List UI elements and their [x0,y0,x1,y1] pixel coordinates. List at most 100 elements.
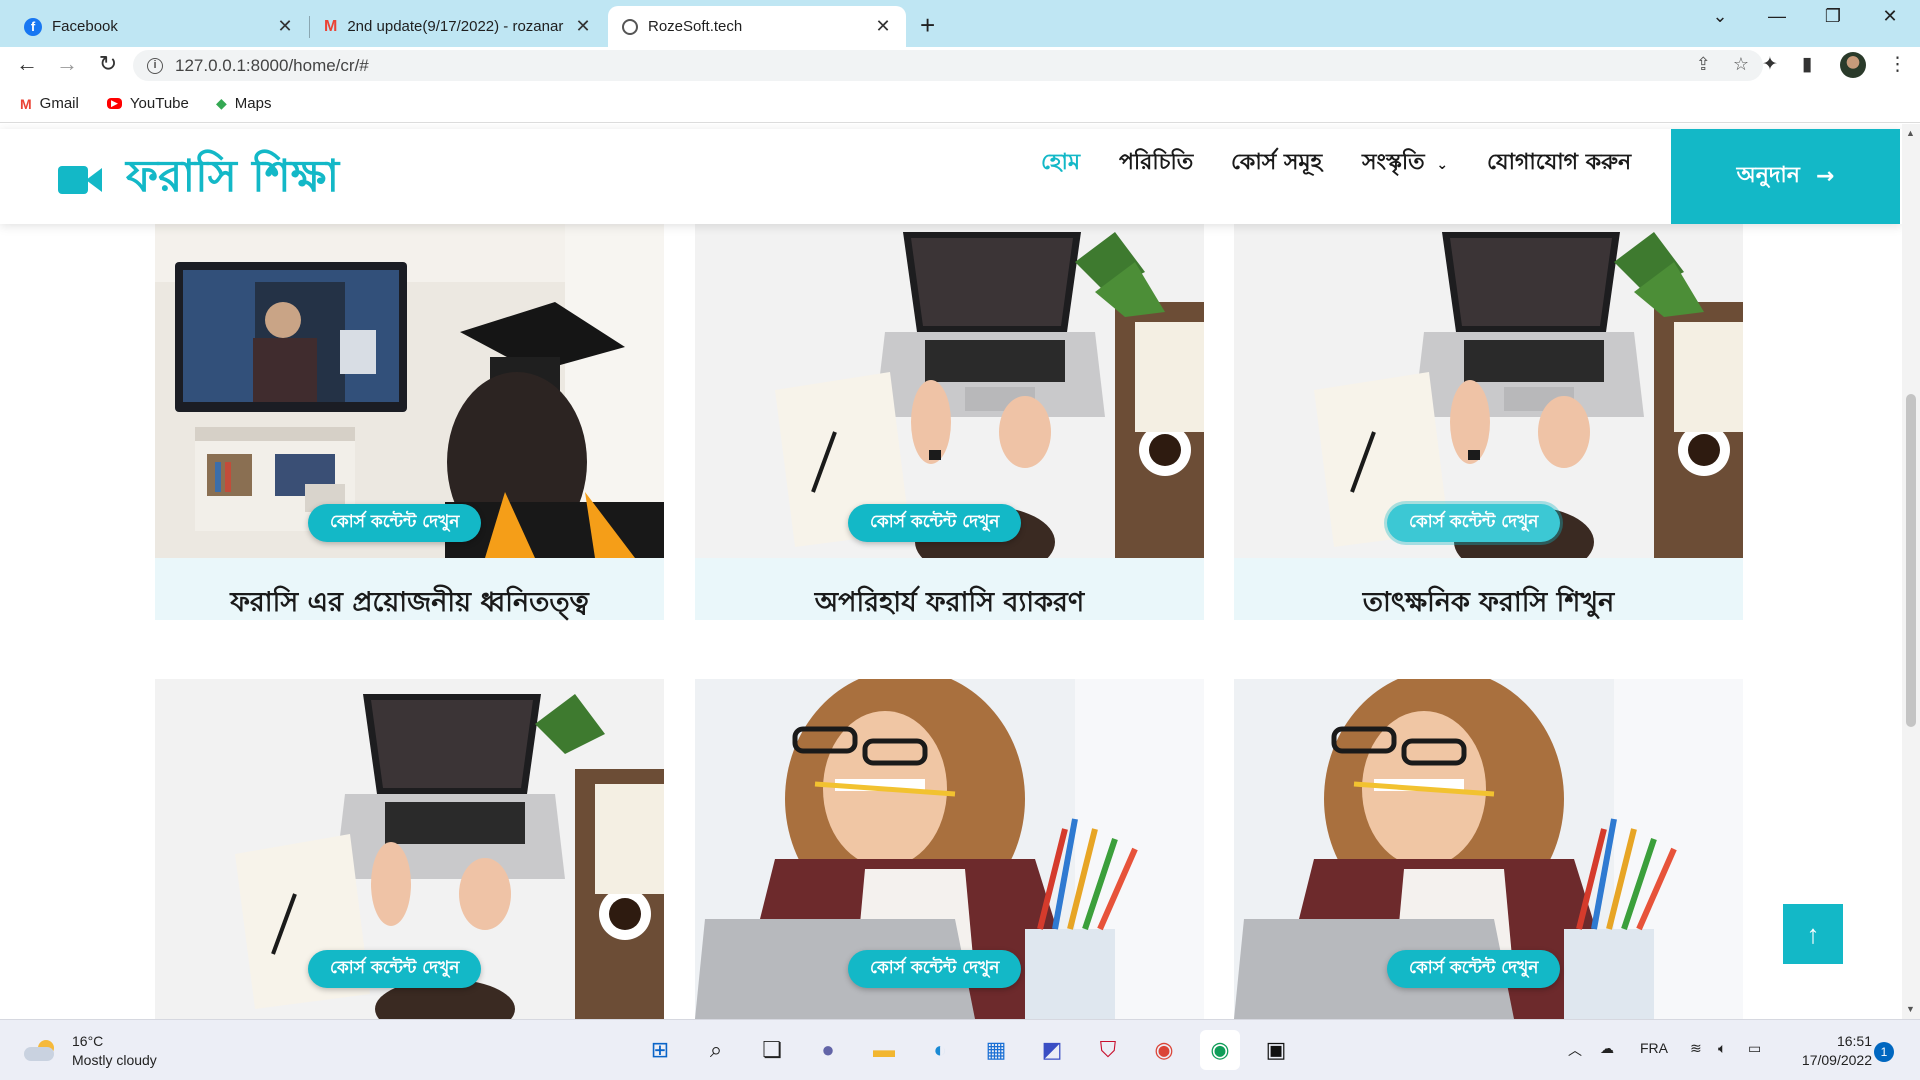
menu-contact[interactable]: যোগাযোগ করুন [1487,145,1631,182]
logo-text: ফরাসি শিক্ষা [126,151,340,202]
info-icon[interactable]: i [147,57,163,74]
view-course-button[interactable]: কোর্স কন্টেন্ট দেখুন [308,504,482,542]
store-icon[interactable]: ▦ [976,1030,1016,1070]
avatar[interactable] [1840,52,1866,78]
close-icon[interactable]: ✕ [874,16,892,37]
site-header: ফরাসি শিক্ষা হোম পরিচিতি কোর্স সমূহ সংস্… [0,129,1902,224]
file-explorer-icon[interactable]: ▬ [864,1030,904,1070]
tab-strip: f Facebook ✕ M 2nd update(9/17/2022) - r… [0,0,1920,47]
bookmark-label: Gmail [39,95,79,112]
bookmark-label: YouTube [129,95,189,112]
tab-search-icon[interactable]: ⌄ [1700,6,1740,27]
youtube-icon: ▶ [107,98,122,109]
onedrive-icon[interactable]: ☁ [1600,1040,1614,1057]
wifi-icon[interactable]: ≋ [1690,1040,1702,1057]
course-title: ফরাসি এর প্রয়োজনীয় ধ্বনিতত্ত্ব [230,587,589,618]
back-button[interactable]: ← [12,51,42,77]
tab-title: Facebook [52,18,118,35]
bookmark-maps[interactable]: ◆ Maps [216,95,271,112]
arrow-right-icon: → [1815,164,1835,189]
side-panel-icon[interactable]: ▮ [1802,53,1812,76]
mcafee-icon[interactable]: ⛉ [1088,1030,1128,1070]
search-icon[interactable]: ⌕ [696,1030,736,1070]
tab-rozesoft[interactable]: RozeSoft.tech ✕ [608,6,906,47]
minimize-button[interactable]: — [1757,6,1797,27]
close-window-button[interactable]: ✕ [1870,6,1910,27]
bookmark-youtube[interactable]: ▶ YouTube [107,95,189,112]
view-course-button[interactable]: কোর্স কন্টেন্ট দেখুন [1387,950,1561,988]
course-title: তাৎক্ষনিক ফরাসি শিখুন [1362,587,1615,618]
view-course-button[interactable]: কোর্স কন্টেন্ট দেখুন [848,504,1022,542]
back-to-top-button[interactable]: ↑ [1783,904,1843,964]
browser-toolbar: ← → ↻ i 127.0.0.1:8000/home/cr/# ⇪ ☆ ✦ ▮… [0,47,1920,83]
bookmark-star-icon[interactable]: ☆ [1733,54,1749,75]
view-course-button[interactable]: কোর্স কন্টেন্ট দেখুন [308,950,482,988]
clock-date: 17/09/2022 [1801,1052,1872,1068]
notification-badge[interactable]: 1 [1874,1042,1894,1062]
course-card: কোর্স কন্টেন্ট দেখুন [695,679,1204,1019]
globe-icon [622,18,638,35]
tab-title: 2nd update(9/17/2022) - rozanar [347,18,564,35]
chrome-profile-icon[interactable]: ◉ [1200,1030,1240,1070]
facebook-icon: f [24,17,42,36]
scrollbar-thumb[interactable] [1906,394,1916,727]
tab-gmail[interactable]: M 2nd update(9/17/2022) - rozanar ✕ [310,6,606,47]
weather-desc: Mostly cloudy [72,1052,157,1068]
clock[interactable]: 16:51 17/09/2022 [1790,1032,1872,1070]
share-icon[interactable]: ⇪ [1696,54,1711,75]
page-scrollbar[interactable]: ▲ ▼ [1902,124,1920,1019]
site-logo[interactable]: ফরাসি শিক্ষা [58,143,339,216]
edge-icon[interactable]: ◐ [920,1030,960,1070]
windows-taskbar: 16°C Mostly cloudy ⊞ ⌕ ❏ ● ▬ ◐ ▦ ◩ ⛉ ◉ ◉… [0,1019,1920,1080]
restore-button[interactable]: ❐ [1813,6,1853,27]
view-course-button[interactable]: কোর্স কন্টেন্ট দেখুন [848,950,1022,988]
address-bar[interactable]: i 127.0.0.1:8000/home/cr/# ⇪ ☆ [133,50,1763,81]
donate-button[interactable]: অনুদান → [1671,129,1900,224]
extensions-icon[interactable]: ✦ [1762,53,1778,76]
page-viewport: ফরাসি শিক্ষা হোম পরিচিতি কোর্স সমূহ সংস্… [0,124,1902,1019]
battery-icon[interactable]: ▭ [1748,1040,1761,1057]
weather-widget[interactable]: 16°C Mostly cloudy [24,1032,157,1070]
bookmark-label: Maps [234,95,272,112]
course-card: কোর্স কন্টেন্ট দেখুন ফরাসি এর প্রয়োজনীয… [155,222,664,620]
windows-start-icon[interactable]: ⊞ [640,1030,680,1070]
volume-icon[interactable]: 🔈︎ [1718,1040,1726,1057]
chrome-icon[interactable]: ◉ [1144,1030,1184,1070]
teams-chat-icon[interactable]: ● [808,1030,848,1070]
view-course-button[interactable]: কোর্স কন্টেন্ট দেখুন [1387,504,1561,542]
taskbar-apps: ⊞ ⌕ ❏ ● ▬ ◐ ▦ ◩ ⛉ ◉ ◉ ▣ [640,1030,1296,1070]
url-text: 127.0.0.1:8000/home/cr/# [175,55,369,75]
bookmark-gmail[interactable]: M Gmail [20,95,79,112]
maple-app-icon[interactable]: ◩ [1032,1030,1072,1070]
gmail-icon: M [324,17,338,35]
menu-culture[interactable]: সংস্কৃতি ⌄ [1362,145,1448,182]
cloudy-weather-icon [24,1040,58,1062]
input-language[interactable]: FRA [1640,1040,1668,1056]
close-icon[interactable]: ✕ [574,16,592,37]
tab-facebook[interactable]: f Facebook ✕ [10,6,308,47]
terminal-icon[interactable]: ▣ [1256,1030,1296,1070]
scroll-up-icon[interactable]: ▲ [1906,128,1915,138]
task-view-icon[interactable]: ❏ [752,1030,792,1070]
chevron-up-icon[interactable]: ︿ [1568,1040,1582,1060]
video-camera-icon [58,164,104,196]
maps-icon: ◆ [216,95,227,111]
course-card: কোর্স কন্টেন্ট দেখুন অপরিহার্য ফরাসি ব্য… [695,222,1204,620]
close-icon[interactable]: ✕ [276,16,294,37]
menu-kebab-icon[interactable]: ⋮ [1888,53,1907,76]
course-card: কোর্স কন্টেন্ট দেখুন [155,679,664,1019]
chevron-down-icon: ⌄ [1436,156,1449,173]
menu-home[interactable]: হোম [1041,145,1080,182]
forward-button[interactable]: → [52,51,82,77]
scroll-down-icon[interactable]: ▼ [1906,1004,1915,1014]
weather-temp: 16°C [72,1033,104,1049]
tab-title: RozeSoft.tech [648,18,743,35]
donate-label: অনুদান [1736,163,1800,188]
bookmarks-bar: M Gmail ▶ YouTube ◆ Maps [0,83,1920,123]
reload-button[interactable]: ↻ [93,51,123,77]
menu-courses[interactable]: কোর্স সমূহ [1231,145,1322,182]
new-tab-button[interactable]: + [920,10,935,41]
course-title: অপরিহার্য ফরাসি ব্যাকরণ [814,587,1085,618]
menu-about[interactable]: পরিচিতি [1119,145,1193,182]
menu-culture-label: সংস্কৃতি [1362,149,1425,175]
